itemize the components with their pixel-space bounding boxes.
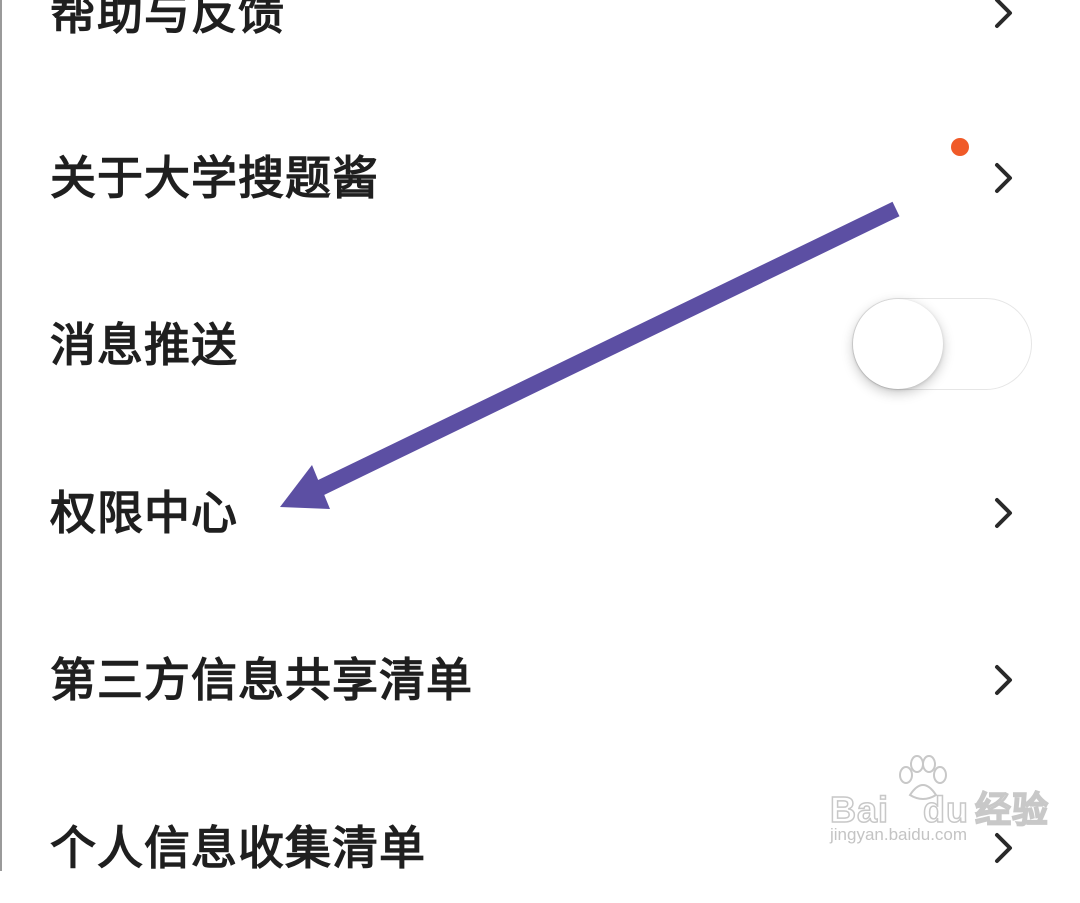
chevron-right-icon	[995, 665, 1012, 695]
settings-item-help-feedback[interactable]: 帮助与反馈	[0, 0, 1080, 68]
settings-item-label: 权限中心	[50, 486, 238, 540]
settings-item-permission-center[interactable]: 权限中心	[0, 458, 1080, 568]
settings-item-label: 消息推送	[50, 318, 238, 372]
settings-item-label: 第三方信息共享清单	[50, 653, 473, 707]
settings-item-about[interactable]: 关于大学搜题酱	[0, 123, 1080, 233]
baidu-jingyan-watermark: Bai du 经验 jingyan.baidu.com	[829, 755, 1049, 850]
chevron-right-icon	[995, 163, 1012, 193]
settings-item-third-party-sharing[interactable]: 第三方信息共享清单	[0, 625, 1080, 735]
toggle-knob[interactable]	[853, 299, 943, 389]
settings-list: 帮助与反馈 关于大学搜题酱 消息推送 权限中心 第三方信息共享清单 个人信息收集…	[0, 0, 1080, 875]
notification-dot-icon	[951, 138, 969, 156]
watermark-url: jingyan.baidu.com	[830, 825, 968, 844]
chevron-right-icon	[995, 0, 1012, 28]
settings-item-label: 个人信息收集清单	[50, 821, 426, 875]
settings-item-label: 关于大学搜题酱	[50, 151, 379, 205]
settings-item-label: 帮助与反馈	[50, 0, 285, 40]
chevron-right-icon	[995, 498, 1012, 528]
